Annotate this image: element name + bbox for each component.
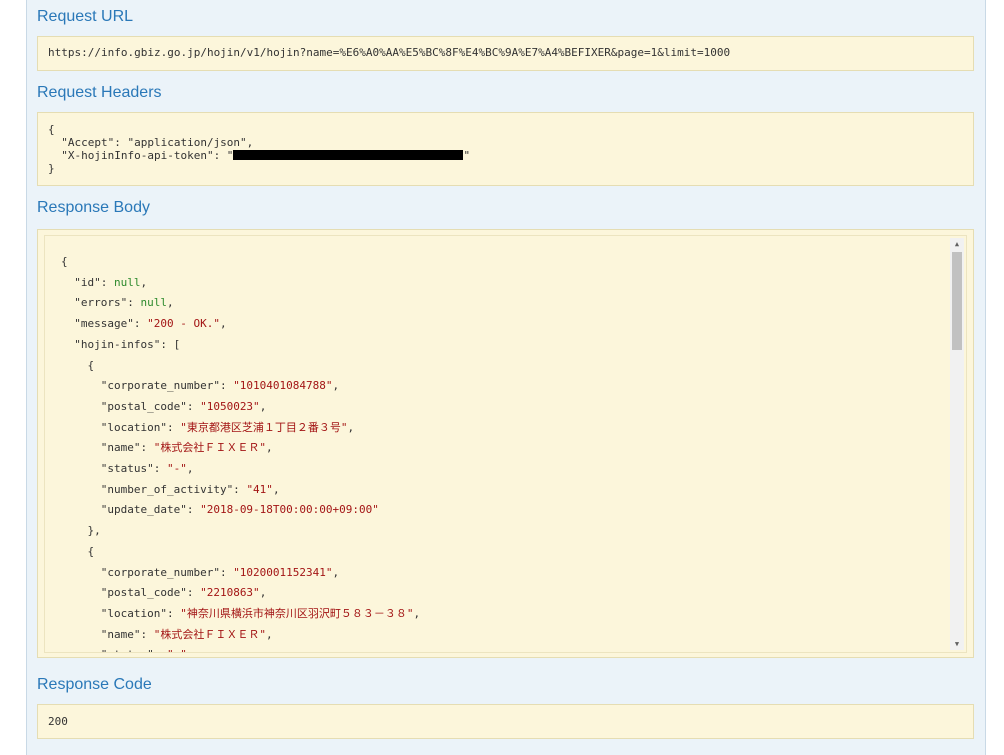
json-token: , xyxy=(186,462,194,476)
json-token: "status": xyxy=(61,648,167,652)
try-it-out-panel: Request URL https://info.gbiz.go.jp/hoji… xyxy=(26,0,986,755)
json-line: }, xyxy=(61,521,420,542)
json-token: , xyxy=(332,565,340,579)
headers-open-brace: { xyxy=(48,123,55,136)
json-token: "hojin-infos": [ xyxy=(61,337,181,351)
response-body-json: { "id": null, "errors": null, "message":… xyxy=(61,252,420,652)
json-line: "id": null, xyxy=(61,273,420,294)
headers-close-brace: } xyxy=(48,162,55,175)
json-line: "message": "200 - OK.", xyxy=(61,314,420,335)
json-string: "1020001152341" xyxy=(233,565,333,579)
json-token: "postal_code": xyxy=(61,399,201,413)
json-line: "name": "株式会社ＦＩＸＥＲ", xyxy=(61,625,420,646)
json-string: "200 - OK." xyxy=(147,317,220,331)
vertical-scrollbar[interactable]: ▲ ▼ xyxy=(950,238,964,650)
json-string: "1050023" xyxy=(200,399,260,413)
json-token: "location": xyxy=(61,420,181,434)
response-body-title: Response Body xyxy=(37,199,150,216)
json-token: "corporate_number": xyxy=(61,565,234,579)
json-token: , xyxy=(259,399,267,413)
json-string: "41" xyxy=(246,482,273,496)
request-url-value: https://info.gbiz.go.jp/hojin/v1/hojin?n… xyxy=(48,46,731,59)
json-token: { xyxy=(61,544,95,558)
json-token: { xyxy=(61,255,68,268)
json-line: "postal_code": "2210863", xyxy=(61,583,420,604)
json-token: "name": xyxy=(61,627,154,641)
response-body-scroll-area[interactable]: { "id": null, "errors": null, "message":… xyxy=(44,235,967,653)
json-string: "-" xyxy=(166,462,187,476)
json-line: "corporate_number": "1010401084788", xyxy=(61,376,420,397)
request-url-title: Request URL xyxy=(37,8,134,25)
request-headers-code: { "Accept": "application/json", "X-hojin… xyxy=(48,123,963,175)
json-token: "corporate_number": xyxy=(61,379,234,393)
json-null: null xyxy=(140,296,167,310)
json-string: "神奈川県横浜市神奈川区羽沢町５８３－３８" xyxy=(180,606,414,620)
json-line: "status": "-", xyxy=(61,459,420,480)
json-line: "status": "-", xyxy=(61,645,420,652)
json-token: , xyxy=(272,482,280,496)
arrow-down-icon[interactable]: ▼ xyxy=(950,638,964,650)
json-token: , xyxy=(347,420,355,434)
json-string: "-" xyxy=(167,648,187,652)
scrollbar-thumb[interactable] xyxy=(952,252,962,350)
json-line: "update_date": "2018-09-18T00:00:00+09:0… xyxy=(61,500,420,521)
headers-token-prefix: "X-hojinInfo-api-token": " xyxy=(48,149,234,162)
json-string: "株式会社ＦＩＸＥＲ" xyxy=(153,627,266,641)
json-string: "東京都港区芝浦１丁目２番３号" xyxy=(180,420,348,434)
json-line: "hojin-infos": [ xyxy=(61,335,420,356)
json-token: , xyxy=(413,606,421,620)
json-line: { xyxy=(61,252,420,273)
json-token: "name": xyxy=(61,441,154,455)
json-string: "2210863" xyxy=(200,586,260,600)
request-url-box: https://info.gbiz.go.jp/hojin/v1/hojin?n… xyxy=(37,36,974,71)
json-token: "location": xyxy=(61,606,181,620)
json-line: "name": "株式会社ＦＩＸＥＲ", xyxy=(61,438,420,459)
json-line: { xyxy=(61,542,420,563)
json-string: "1010401084788" xyxy=(233,379,333,393)
json-line: "location": "東京都港区芝浦１丁目２番３号", xyxy=(61,418,420,439)
json-token: "errors": xyxy=(61,296,141,310)
json-token: , xyxy=(332,379,340,393)
json-token: , xyxy=(219,317,227,331)
json-line: "errors": null, xyxy=(61,293,420,314)
json-line: "location": "神奈川県横浜市神奈川区羽沢町５８３－３８", xyxy=(61,604,420,625)
json-token: , xyxy=(187,648,194,652)
json-line: "number_of_activity": "41", xyxy=(61,480,420,501)
json-line: "postal_code": "1050023", xyxy=(61,397,420,418)
json-string: "株式会社ＦＩＸＥＲ" xyxy=(153,441,266,455)
redacted-token xyxy=(233,150,464,160)
json-token: }, xyxy=(61,524,101,538)
json-token: "postal_code": xyxy=(61,586,201,600)
json-line: { xyxy=(61,356,420,377)
request-headers-title: Request Headers xyxy=(37,84,162,101)
json-token: { xyxy=(61,358,95,372)
response-code-value: 200 xyxy=(48,715,68,728)
headers-token-suffix: " xyxy=(463,149,471,162)
arrow-up-icon[interactable]: ▲ xyxy=(950,238,964,250)
json-token: "status": xyxy=(61,462,167,476)
response-body-box: { "id": null, "errors": null, "message":… xyxy=(37,229,974,658)
json-null: null xyxy=(113,275,141,289)
json-token: , xyxy=(166,296,174,310)
json-line: "corporate_number": "1020001152341", xyxy=(61,563,420,584)
json-token: "number_of_activity": xyxy=(61,482,247,496)
response-code-box: 200 xyxy=(37,704,974,739)
response-code-title: Response Code xyxy=(37,676,152,693)
json-string: "2018-09-18T00:00:00+09:00" xyxy=(200,503,379,517)
json-token: "update_date": xyxy=(61,503,201,517)
json-token: , xyxy=(140,275,148,289)
request-headers-box: { "Accept": "application/json", "X-hojin… xyxy=(37,112,974,186)
json-token: , xyxy=(259,586,267,600)
json-token: "message": xyxy=(61,317,148,331)
json-token: , xyxy=(265,627,273,641)
json-token: , xyxy=(265,441,273,455)
json-token: "id": xyxy=(61,275,114,289)
headers-accept-line: "Accept": "application/json", xyxy=(48,136,254,149)
